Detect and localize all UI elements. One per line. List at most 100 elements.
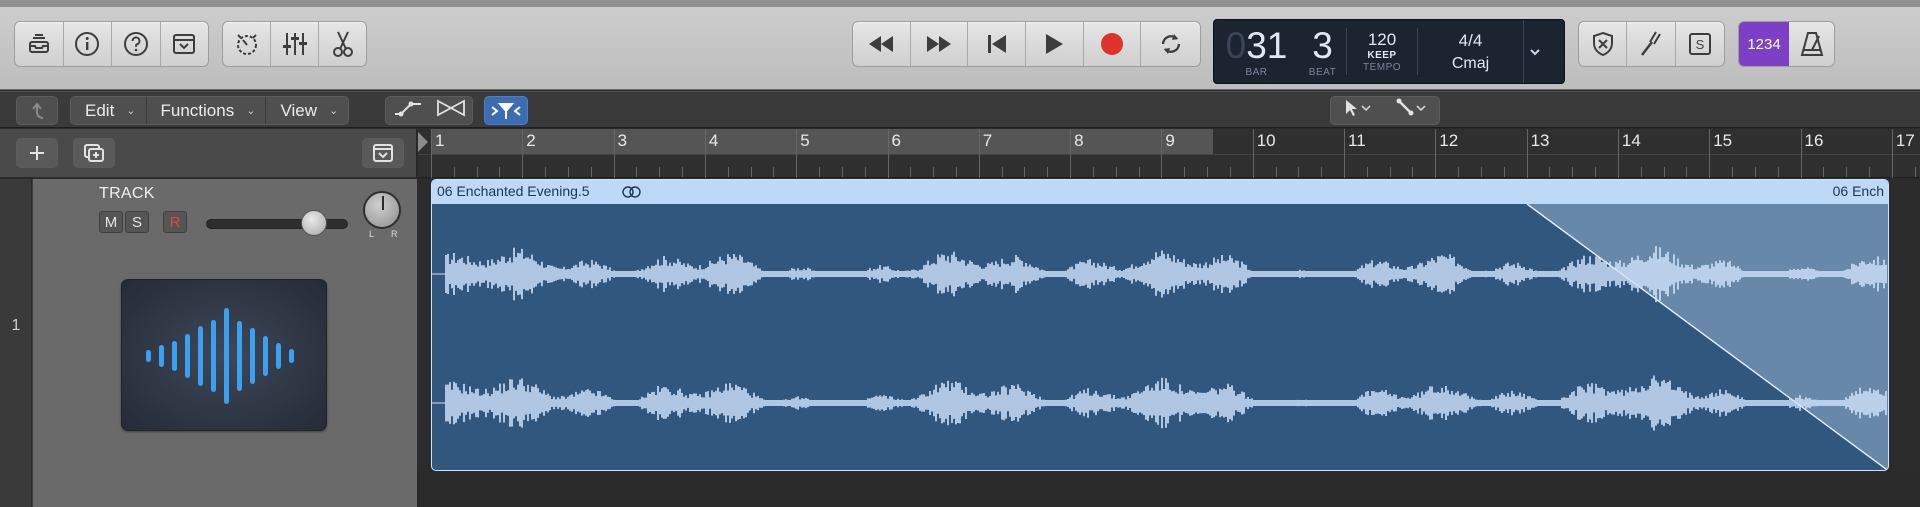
flex-icon[interactable] <box>436 98 466 123</box>
lcd-bar-label: BAR <box>1245 66 1268 78</box>
info-icon[interactable] <box>64 22 112 66</box>
beat-tick <box>819 167 821 177</box>
lcd-menu-chevron-icon[interactable] <box>1523 20 1545 83</box>
track-name[interactable]: TRACK <box>99 185 155 203</box>
beat-tick <box>955 167 957 177</box>
cycle-icon[interactable] <box>1141 22 1200 66</box>
replace-icon[interactable] <box>1579 22 1628 66</box>
arrange-area[interactable]: 06 Enchanted Evening.5 06 Ench <box>418 179 1920 471</box>
beat-tick <box>1389 167 1391 177</box>
library-icon[interactable] <box>15 22 64 66</box>
region-header[interactable]: 06 Enchanted Evening.5 06 Ench <box>432 180 1888 204</box>
beat-tick <box>1754 167 1756 177</box>
beat-tick <box>1846 167 1848 177</box>
add-track-icon[interactable] <box>16 138 58 168</box>
pan-right-label: R <box>391 229 398 239</box>
catch-playhead-icon[interactable] <box>484 96 528 125</box>
fast-forward-icon[interactable] <box>911 22 969 66</box>
beat-tick <box>545 167 547 177</box>
view-menu-label: View <box>280 100 317 120</box>
bar-tick <box>978 129 980 178</box>
duplicate-track-icon[interactable] <box>73 138 115 168</box>
beat-tick <box>1549 167 1551 177</box>
smart-controls-icon[interactable] <box>223 22 271 66</box>
beat-tick <box>1047 167 1049 177</box>
playhead-marker-icon[interactable] <box>418 132 428 152</box>
beat-tick <box>841 167 843 177</box>
beat-tick <box>1092 167 1094 177</box>
bar-ruler[interactable]: 1 2 3 4 5 6 7 8 9 10 11 12 13 14 15 16 17 <box>418 129 1920 178</box>
editors-scissors-icon[interactable] <box>319 22 366 66</box>
record-enable-button[interactable]: R <box>163 211 187 233</box>
toolbar-icon[interactable] <box>161 22 209 66</box>
bar-tick <box>1161 129 1163 178</box>
lcd-tempo-mode: KEEP <box>1367 50 1397 61</box>
solo-icon[interactable]: S <box>1676 22 1724 66</box>
beat-tick <box>1732 167 1734 177</box>
cycle-area[interactable] <box>431 129 1213 154</box>
track-header[interactable]: TRACK M S R L R <box>33 179 417 471</box>
lcd-signature-key[interactable]: 4/4 Cmaj <box>1418 20 1523 83</box>
ruler-baseline <box>418 154 1920 155</box>
beat-tick <box>1777 167 1779 177</box>
solo-button[interactable]: S <box>125 211 149 233</box>
mute-button[interactable]: M <box>99 211 123 233</box>
global-tracks-icon[interactable] <box>362 138 404 168</box>
metronome-icon[interactable] <box>1789 22 1834 66</box>
rewind-icon[interactable] <box>853 22 911 66</box>
view-menu[interactable]: View ⌄ <box>266 97 349 124</box>
help-icon[interactable] <box>112 22 161 66</box>
beat-tick <box>1595 167 1597 177</box>
beat-tick <box>567 167 569 177</box>
mixer-icon[interactable] <box>271 22 319 66</box>
beat-tick <box>1138 167 1140 177</box>
bar-number: 11 <box>1348 131 1366 150</box>
lcd-display[interactable]: 031 BAR 3 BEAT 120 KEEP TEMPO 4/4 Cmaj <box>1213 19 1565 84</box>
beat-tick <box>659 167 661 177</box>
menu-bar: Edit ⌄ Functions ⌄ View ⌄ <box>70 96 350 125</box>
beat-tick <box>1001 167 1003 177</box>
lcd-key: Cmaj <box>1451 54 1490 72</box>
lcd-beat-value: 3 <box>1312 24 1333 66</box>
window-top-strip <box>0 0 1920 7</box>
audio-region[interactable]: 06 Enchanted Evening.5 06 Ench <box>431 179 1889 471</box>
control-bar: 031 BAR 3 BEAT 120 KEEP TEMPO 4/4 Cmaj S… <box>0 7 1920 90</box>
track-header-row <box>0 129 417 178</box>
tuner-icon[interactable] <box>1627 22 1676 66</box>
bar-number: 9 <box>1165 131 1175 150</box>
bar-tick <box>613 129 615 178</box>
audio-waveform-icon[interactable] <box>121 279 327 431</box>
bar-tick <box>1709 129 1711 178</box>
track-number-column: 1 <box>0 179 32 471</box>
automation-icon[interactable] <box>393 98 423 123</box>
beat-tick <box>1184 167 1186 177</box>
pencil-tool-icon[interactable] <box>1395 98 1429 123</box>
lcd-tempo[interactable]: 120 KEEP TEMPO <box>1347 20 1417 83</box>
beat-tick <box>453 167 455 177</box>
waveform-channel <box>432 245 1887 303</box>
bar-number: 16 <box>1804 131 1824 150</box>
region-name-right: 06 Ench <box>1832 183 1884 199</box>
bar-tick <box>1800 129 1802 178</box>
functions-menu[interactable]: Functions ⌄ <box>146 97 267 124</box>
pan-knob[interactable] <box>363 191 401 229</box>
play-icon[interactable] <box>1026 22 1084 66</box>
pointer-tool-icon[interactable] <box>1342 98 1374 123</box>
volume-fader-handle[interactable] <box>300 210 327 236</box>
bar-number: 5 <box>800 131 810 150</box>
count-in-button[interactable]: 1234 <box>1739 22 1789 66</box>
beat-tick <box>1503 167 1505 177</box>
bar-tick <box>1344 129 1345 178</box>
bar-tick <box>1617 129 1619 178</box>
lcd-bar: 031 BAR <box>1214 20 1299 83</box>
record-icon[interactable] <box>1084 22 1142 66</box>
edit-menu[interactable]: Edit ⌄ <box>71 97 147 124</box>
mode-buttons-group: S <box>1578 21 1725 67</box>
back-arrow-icon[interactable] <box>16 96 58 125</box>
chevron-down-icon: ⌄ <box>126 105 136 117</box>
tracks-toolbar: Edit ⌄ Functions ⌄ View ⌄ <box>0 91 1920 128</box>
go-to-beginning-icon[interactable] <box>968 22 1027 66</box>
beat-tick <box>476 167 478 177</box>
beat-tick <box>1024 167 1026 177</box>
bar-tick <box>1526 129 1528 178</box>
